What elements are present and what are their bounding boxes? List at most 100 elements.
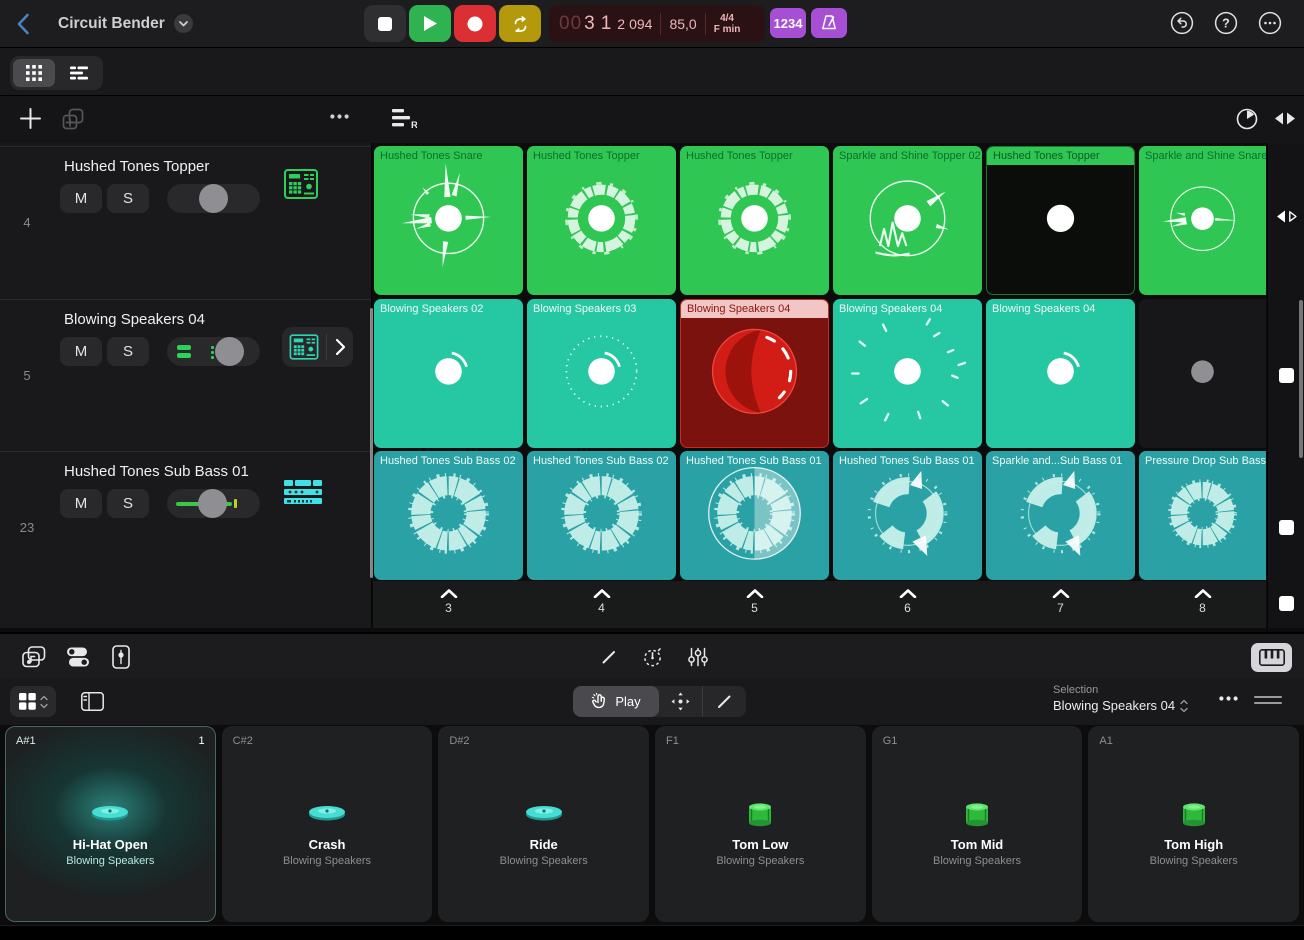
loop-cell[interactable]: Sparkle and...Sub Bass 01 <box>986 451 1135 580</box>
drum-pad[interactable]: C#2CrashBlowing Speakers <box>222 726 433 922</box>
loop-cell[interactable] <box>1139 299 1266 448</box>
loops-browser-icon[interactable] <box>22 646 46 668</box>
back-icon[interactable] <box>16 13 30 35</box>
scene-trigger[interactable]: 4 <box>527 581 676 628</box>
drum-machine-icon <box>284 169 318 199</box>
scene-trigger[interactable]: 5 <box>680 581 829 628</box>
scene-trigger[interactable]: 7 <box>986 581 1135 628</box>
panel-drag-handle[interactable] <box>1254 696 1282 708</box>
track-header[interactable]: 5Blowing Speakers 04MS <box>0 299 371 449</box>
row-play-icon[interactable] <box>1276 209 1298 224</box>
slider-knob[interactable] <box>199 184 228 213</box>
loop-cell[interactable]: Hushed Tones Sub Bass 02 <box>374 451 523 580</box>
lcd-tempo: 85,0 <box>669 16 696 32</box>
scene-trigger[interactable]: 8 <box>1139 581 1266 628</box>
smart-controls-icon[interactable] <box>66 647 90 667</box>
drum-pad[interactable]: F1Tom LowBlowing Speakers <box>655 726 866 922</box>
stepper-chevrons-icon <box>1180 699 1188 713</box>
pad-view-selector[interactable] <box>10 686 56 717</box>
duplicate-icon[interactable] <box>62 108 84 130</box>
divider-arrows-icon[interactable] <box>1274 111 1296 126</box>
loop-cell[interactable]: Hushed Tones Sub Bass 01 <box>833 451 982 580</box>
loop-cell[interactable]: Hushed Tones Sub Bass 02 <box>527 451 676 580</box>
track-header[interactable]: 4Hushed Tones TopperMS <box>0 146 371 296</box>
loop-cell[interactable]: Blowing Speakers 04 <box>833 299 982 448</box>
more-options-icon[interactable] <box>1258 11 1282 35</box>
solo-button[interactable]: S <box>107 184 149 213</box>
channel-strip-icon[interactable] <box>112 645 130 669</box>
lcd-display[interactable]: 00 3 1 2 094 85,0 4/4 F min <box>549 5 765 42</box>
loop-cell[interactable]: Hushed Tones Sub Bass 01 <box>680 451 829 580</box>
tracks-view-button[interactable] <box>58 59 100 87</box>
drum-pad[interactable]: A1Tom HighBlowing Speakers <box>1088 726 1299 922</box>
expand-chevron-icon[interactable] <box>327 339 353 355</box>
loop-cell[interactable]: Hushed Tones Topper <box>680 146 829 295</box>
play-tool-button[interactable]: Play <box>573 686 659 717</box>
metronome-button[interactable] <box>811 8 847 38</box>
grid-view-button[interactable] <box>13 59 55 87</box>
volume-slider[interactable] <box>167 337 260 366</box>
row-stop-button[interactable] <box>1279 520 1294 535</box>
cycle-button[interactable] <box>499 5 541 42</box>
edit-tool-button[interactable] <box>703 686 746 717</box>
help-icon[interactable]: ? <box>1214 11 1238 35</box>
instrument-icon[interactable] <box>285 334 322 360</box>
row-header-icon[interactable]: R <box>392 108 417 129</box>
header-scrollbar[interactable] <box>370 308 373 578</box>
mixer-icon[interactable] <box>688 647 708 667</box>
mute-button[interactable]: M <box>60 489 102 518</box>
add-track-button[interactable] <box>20 108 41 129</box>
time-quantize-icon[interactable] <box>642 647 663 668</box>
row-stop-button[interactable] <box>1279 368 1294 383</box>
move-tool-button[interactable] <box>659 686 702 717</box>
pad-name: Crash <box>223 837 432 852</box>
count-in-button[interactable]: 1234 <box>770 8 806 38</box>
mute-button[interactable]: M <box>60 184 102 213</box>
scene-stop-button[interactable] <box>1279 596 1294 611</box>
loop-cell[interactable]: Sparkle and Shine Snare <box>1139 146 1266 295</box>
loop-cell[interactable]: Blowing Speakers 02 <box>374 299 523 448</box>
pads-more-icon[interactable] <box>1219 696 1238 701</box>
volume-slider[interactable] <box>167 184 260 213</box>
slider-knob[interactable] <box>198 489 227 518</box>
stop-icon <box>378 17 392 31</box>
loop-cell[interactable]: Hushed Tones Topper <box>986 146 1135 295</box>
track-header[interactable]: 23Hushed Tones Sub Bass 01MS <box>0 451 371 581</box>
solo-button[interactable]: S <box>107 337 149 366</box>
slider-knob[interactable] <box>215 337 244 366</box>
instrument-icon[interactable] <box>284 480 322 504</box>
loop-cell[interactable]: Blowing Speakers 04 <box>680 299 829 448</box>
keyboard-toggle-button[interactable] <box>1251 643 1292 672</box>
stop-button[interactable] <box>364 5 406 42</box>
track-options-icon[interactable] <box>330 114 349 119</box>
tom-drum-icon <box>1175 799 1213 829</box>
selection-control[interactable]: Selection Blowing Speakers 04 <box>1053 684 1188 713</box>
play-button[interactable] <box>409 5 451 42</box>
grid-view-icon <box>26 65 42 81</box>
loop-cell[interactable]: Sparkle and Shine Topper 02 <box>833 146 982 295</box>
loop-cell[interactable]: Hushed Tones Snare <box>374 146 523 295</box>
sidebar-toggle-icon[interactable] <box>81 692 104 711</box>
scene-trigger[interactable]: 6 <box>833 581 982 628</box>
edit-tool-icon[interactable] <box>601 649 617 665</box>
loop-cell[interactable]: Hushed Tones Topper <box>527 146 676 295</box>
loop-cell[interactable]: Pressure Drop Sub Bass <box>1139 451 1266 580</box>
pad-kit-name: Blowing Speakers <box>1089 855 1298 867</box>
undo-icon[interactable] <box>1170 11 1194 35</box>
solo-button[interactable]: S <box>107 489 149 518</box>
scene-trigger[interactable]: 3 <box>374 581 523 628</box>
drum-pad[interactable]: D#2RideBlowing Speakers <box>438 726 649 922</box>
loop-cell[interactable]: Blowing Speakers 04 <box>986 299 1135 448</box>
instrument-icon[interactable] <box>284 169 318 199</box>
record-button[interactable] <box>454 5 496 42</box>
loop-cell[interactable]: Blowing Speakers 03 <box>527 299 676 448</box>
drum-pad[interactable]: G1Tom MidBlowing Speakers <box>872 726 1083 922</box>
drum-pad[interactable]: A#11Hi-Hat OpenBlowing Speakers <box>5 726 216 922</box>
app-window: Circuit Bender 00 3 1 2 094 <box>0 0 1304 940</box>
quantize-clock-icon[interactable] <box>1236 108 1258 130</box>
instrument-button-group[interactable] <box>282 327 353 367</box>
title-menu-icon[interactable] <box>174 14 193 33</box>
grid-scrollbar[interactable] <box>1299 300 1303 458</box>
mute-button[interactable]: M <box>60 337 102 366</box>
volume-slider[interactable] <box>167 489 260 518</box>
